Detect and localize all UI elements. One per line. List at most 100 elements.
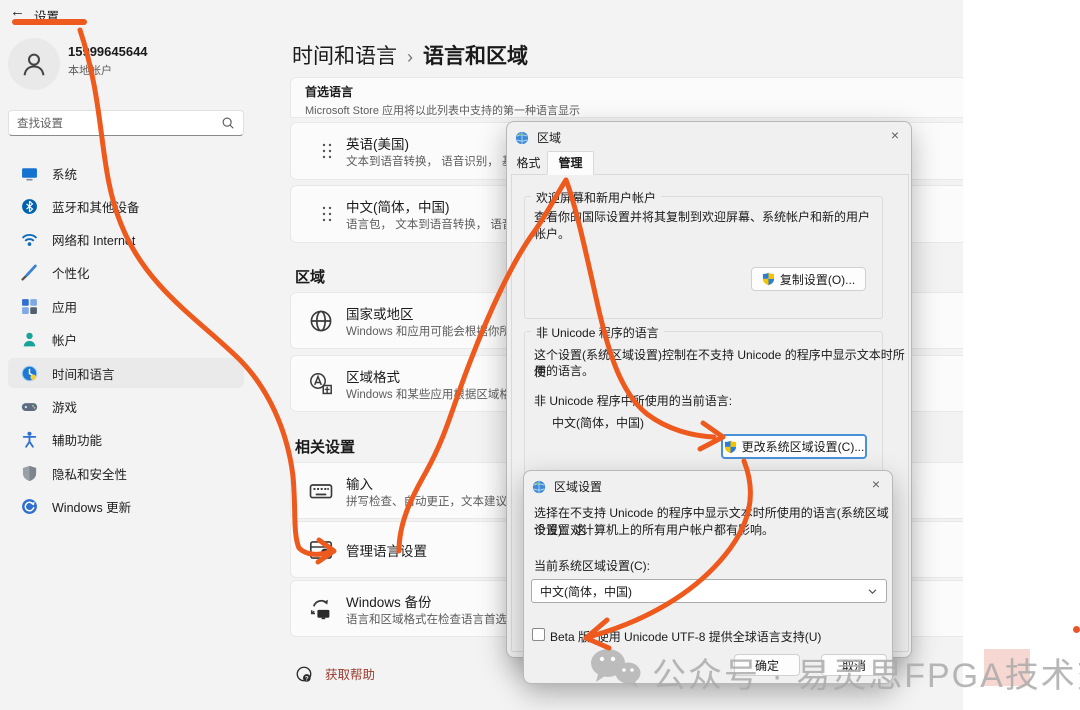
copy-settings-label: 复制设置(O)... xyxy=(780,271,855,288)
personalization-icon xyxy=(21,264,38,281)
copy-settings-button[interactable]: 复制设置(O)... xyxy=(751,267,866,291)
sidebar-item-label: 网络和 Internet xyxy=(52,230,135,249)
svg-text:?: ? xyxy=(305,675,309,682)
privacy-icon xyxy=(21,465,38,482)
sidebar-item-accessibility[interactable]: 辅助功能 xyxy=(8,424,244,454)
region-dialog-title: 区域 xyxy=(537,129,561,146)
sidebar-item-label: 游戏 xyxy=(52,397,77,416)
globe-icon xyxy=(309,309,333,333)
keyboard-icon xyxy=(309,479,333,503)
wechat-icon xyxy=(586,644,644,694)
settings-window: ← 设置 15999645644 本地帐户 查找设置 系统 蓝牙和其他设备 xyxy=(0,0,963,710)
accounts-icon xyxy=(21,331,38,348)
region-settings-title: 区域设置 xyxy=(554,478,602,495)
uac-shield-icon xyxy=(762,272,775,286)
time-language-icon xyxy=(21,365,38,382)
sidebar-item-label: Windows 更新 xyxy=(52,497,131,516)
search-placeholder: 查找设置 xyxy=(17,115,221,131)
apps-icon xyxy=(21,298,38,315)
utf8-checkbox[interactable] xyxy=(532,628,545,641)
sidebar-item-apps[interactable]: 应用 xyxy=(8,291,244,321)
language-title: 中文(简体，中国) xyxy=(346,196,450,216)
person-icon xyxy=(19,49,49,79)
close-icon[interactable]: × xyxy=(872,476,880,492)
locale-combobox-value: 中文(简体，中国) xyxy=(540,583,867,600)
sidebar-item-bluetooth[interactable]: 蓝牙和其他设备 xyxy=(8,191,244,221)
card-title: Windows 备份 xyxy=(346,591,432,611)
non-unicode-text-line2: 用的语言。 xyxy=(534,362,594,379)
sidebar-item-windows-update[interactable]: Windows 更新 xyxy=(8,491,244,521)
sidebar-item-label: 隐私和安全性 xyxy=(52,464,127,483)
sidebar-item-time-language[interactable]: 时间和语言 xyxy=(8,358,244,388)
admin-language-icon xyxy=(309,538,333,562)
windows-update-icon xyxy=(21,498,38,515)
region-section-title: 区域 xyxy=(295,266,325,287)
sidebar-item-personalization[interactable]: 个性化 xyxy=(8,257,244,287)
locale-combobox[interactable]: 中文(简体，中国) xyxy=(531,579,887,603)
close-icon[interactable]: × xyxy=(891,127,899,143)
welcome-screen-text: 查看你的国际设置并将其复制到欢迎屏幕、系统帐户和新的用户帐户。 xyxy=(534,208,879,242)
welcome-screen-group-label: 欢迎屏幕和新用户帐户 xyxy=(531,189,661,206)
region-dialog-icon xyxy=(515,131,529,145)
sidebar-item-label: 应用 xyxy=(52,297,77,316)
bluetooth-icon xyxy=(21,198,38,215)
back-button[interactable]: ← xyxy=(10,3,25,20)
sidebar-item-label: 个性化 xyxy=(52,263,90,282)
card-subtitle: 拼写检查、自动更正，文本建议 xyxy=(346,493,507,509)
get-help-label: 获取帮助 xyxy=(325,664,375,683)
breadcrumb-parent[interactable]: 时间和语言 xyxy=(292,45,397,68)
sidebar-item-label: 帐户 xyxy=(52,330,77,349)
card-title: 区域格式 xyxy=(346,366,400,386)
drag-handle-icon[interactable] xyxy=(319,141,335,161)
breadcrumb-current: 语言和区域 xyxy=(423,45,528,68)
chevron-down-icon xyxy=(867,586,878,597)
avatar[interactable] xyxy=(8,38,60,90)
non-unicode-group-label: 非 Unicode 程序的语言 xyxy=(531,324,664,341)
sidebar-item-gaming[interactable]: 游戏 xyxy=(8,391,244,421)
breadcrumb: 时间和语言›语言和区域 xyxy=(292,40,528,70)
current-locale-label: 当前系统区域设置(C): xyxy=(534,557,650,574)
app-title: 设置 xyxy=(34,6,59,25)
sidebar-item-system[interactable]: 系统 xyxy=(8,158,244,188)
get-help-link[interactable]: ? 获取帮助 xyxy=(295,664,375,683)
search-icon xyxy=(221,116,235,130)
regional-format-icon xyxy=(309,372,333,396)
language-subtitle: 语言包， 文本到语音转换， 语音识 xyxy=(346,216,525,232)
preferred-languages-header: 首选语言 Microsoft Store 应用将以此列表中支持的第一种语言显示 xyxy=(290,77,963,118)
card-subtitle: Windows 和某些应用根据区域格式 xyxy=(346,386,522,402)
backup-sync-icon xyxy=(309,597,333,621)
card-title: 输入 xyxy=(346,473,373,493)
sidebar-item-label: 时间和语言 xyxy=(52,364,115,383)
help-icon: ? xyxy=(295,665,313,683)
card-title: 国家或地区 xyxy=(346,303,414,323)
preferred-languages-title: 首选语言 xyxy=(305,83,963,100)
sidebar-item-label: 辅助功能 xyxy=(52,430,102,449)
search-input[interactable]: 查找设置 xyxy=(8,110,244,136)
account-type: 本地帐户 xyxy=(68,62,112,78)
sidebar-item-label: 系统 xyxy=(52,164,77,183)
sidebar-item-accounts[interactable]: 帐户 xyxy=(8,324,244,354)
sidebar-item-label: 蓝牙和其他设备 xyxy=(52,197,140,216)
screenshot-root: ← 设置 15999645644 本地帐户 查找设置 系统 蓝牙和其他设备 xyxy=(0,0,1080,710)
change-system-locale-button[interactable]: 更改系统区域设置(C)... xyxy=(721,434,867,459)
tab-formats[interactable]: 格式 xyxy=(512,153,545,174)
sidebar-item-privacy[interactable]: 隐私和安全性 xyxy=(8,458,244,488)
network-icon xyxy=(21,231,38,248)
tab-administrative[interactable]: 管理 xyxy=(547,151,594,175)
system-icon xyxy=(21,165,38,182)
current-language-value: 中文(简体，中国) xyxy=(552,414,644,431)
breadcrumb-separator: › xyxy=(397,47,423,67)
drag-handle-icon[interactable] xyxy=(319,204,335,224)
language-title: 英语(美国) xyxy=(346,133,409,153)
change-system-locale-label: 更改系统区域设置(C)... xyxy=(742,438,865,455)
card-subtitle: 语言和区域格式在检查语言首选项时 xyxy=(346,611,530,627)
sidebar-item-network[interactable]: 网络和 Internet xyxy=(8,224,244,254)
preferred-languages-subtitle: Microsoft Store 应用将以此列表中支持的第一种语言显示 xyxy=(305,102,963,118)
card-title: 管理语言设置 xyxy=(346,540,427,560)
region-settings-icon xyxy=(532,480,546,494)
accessibility-icon xyxy=(21,431,38,448)
uac-shield-icon xyxy=(724,440,737,454)
watermark-text: 公众号 · 易灵思FPGA技术交流 xyxy=(652,648,1080,697)
current-language-label: 非 Unicode 程序中所使用的当前语言: xyxy=(534,392,732,409)
locale-text-line2: 个设置对计算机上的所有用户帐户都有影响。 xyxy=(534,521,774,538)
